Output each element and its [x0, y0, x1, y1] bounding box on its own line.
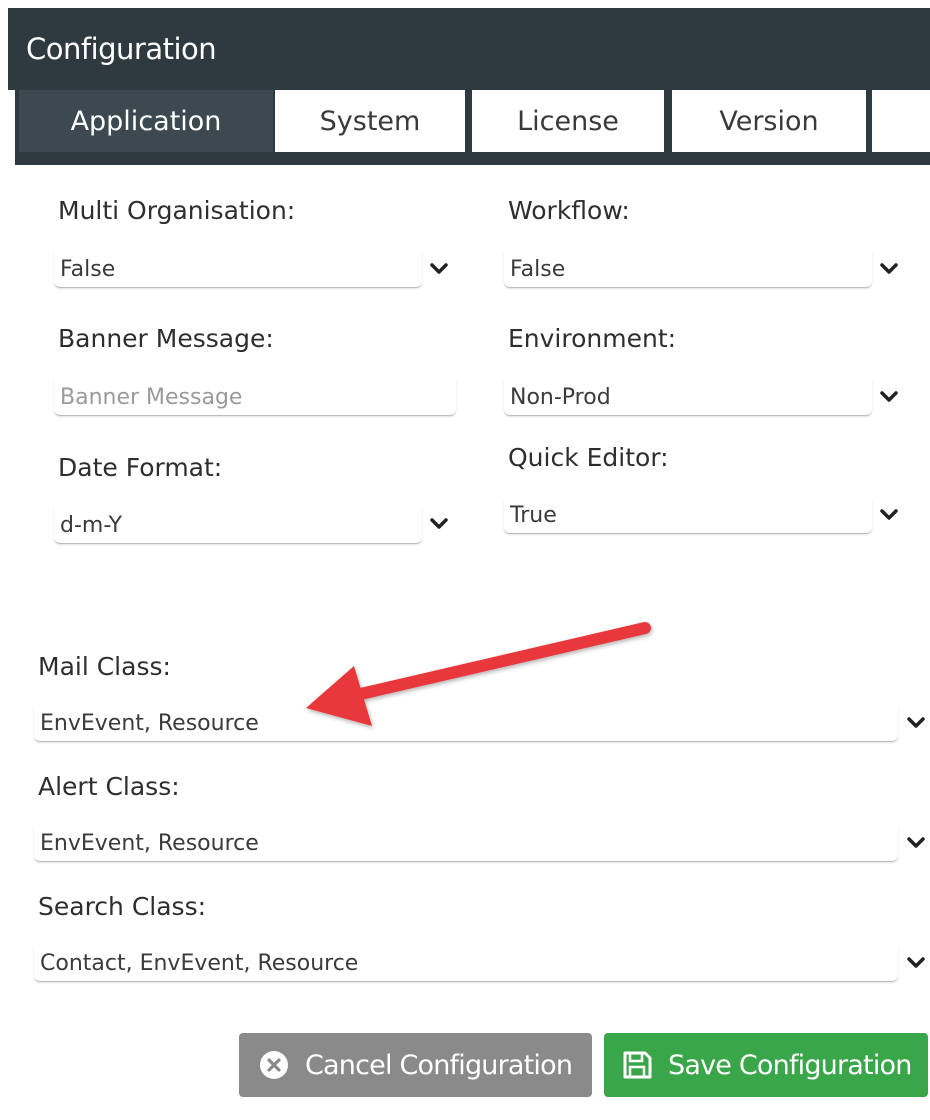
mail-class-label: Mail Class:	[38, 652, 171, 681]
search-class-label: Search Class:	[38, 892, 207, 921]
chevron-down-icon[interactable]	[879, 262, 899, 276]
banner-message-input[interactable]: Banner Message	[54, 380, 456, 416]
tab-license[interactable]: License	[472, 90, 664, 152]
banner-message-label: Banner Message:	[58, 324, 274, 353]
chevron-down-icon[interactable]	[429, 262, 449, 276]
environment-select[interactable]: Non-Prod	[504, 380, 872, 416]
config-header: Configuration	[8, 8, 930, 90]
cancel-button-label: Cancel Configuration	[305, 1049, 573, 1081]
tab-overflow[interactable]	[872, 90, 930, 152]
alert-class-label: Alert Class:	[38, 772, 180, 801]
floppy-disk-icon	[620, 1048, 654, 1082]
chevron-down-icon[interactable]	[906, 956, 926, 970]
save-configuration-button[interactable]: Save Configuration	[604, 1033, 928, 1097]
close-circle-icon	[257, 1048, 291, 1082]
tab-application[interactable]: Application	[19, 90, 273, 152]
tab-system[interactable]: System	[275, 90, 465, 152]
save-button-label: Save Configuration	[668, 1049, 912, 1081]
date-format-label: Date Format:	[58, 453, 223, 482]
cancel-configuration-button[interactable]: Cancel Configuration	[239, 1033, 592, 1097]
chevron-down-icon[interactable]	[906, 716, 926, 730]
quick-editor-select[interactable]: True	[504, 498, 872, 534]
mail-class-select[interactable]: EnvEvent, Resource	[34, 706, 898, 742]
chevron-down-icon[interactable]	[429, 517, 449, 531]
page-title: Configuration	[26, 32, 217, 66]
multi-organisation-label: Multi Organisation:	[58, 196, 296, 225]
date-format-select[interactable]: d-m-Y	[54, 508, 422, 544]
alert-class-select[interactable]: EnvEvent, Resource	[34, 826, 898, 862]
search-class-select[interactable]: Contact, EnvEvent, Resource	[34, 946, 898, 982]
chevron-down-icon[interactable]	[879, 390, 899, 404]
chevron-down-icon[interactable]	[906, 836, 926, 850]
workflow-label: Workflow:	[508, 196, 630, 225]
multi-organisation-select[interactable]: False	[54, 252, 422, 288]
workflow-select[interactable]: False	[504, 252, 872, 288]
environment-label: Environment:	[508, 324, 677, 353]
tab-version[interactable]: Version	[672, 90, 866, 152]
chevron-down-icon[interactable]	[879, 508, 899, 522]
quick-editor-label: Quick Editor:	[508, 443, 669, 472]
